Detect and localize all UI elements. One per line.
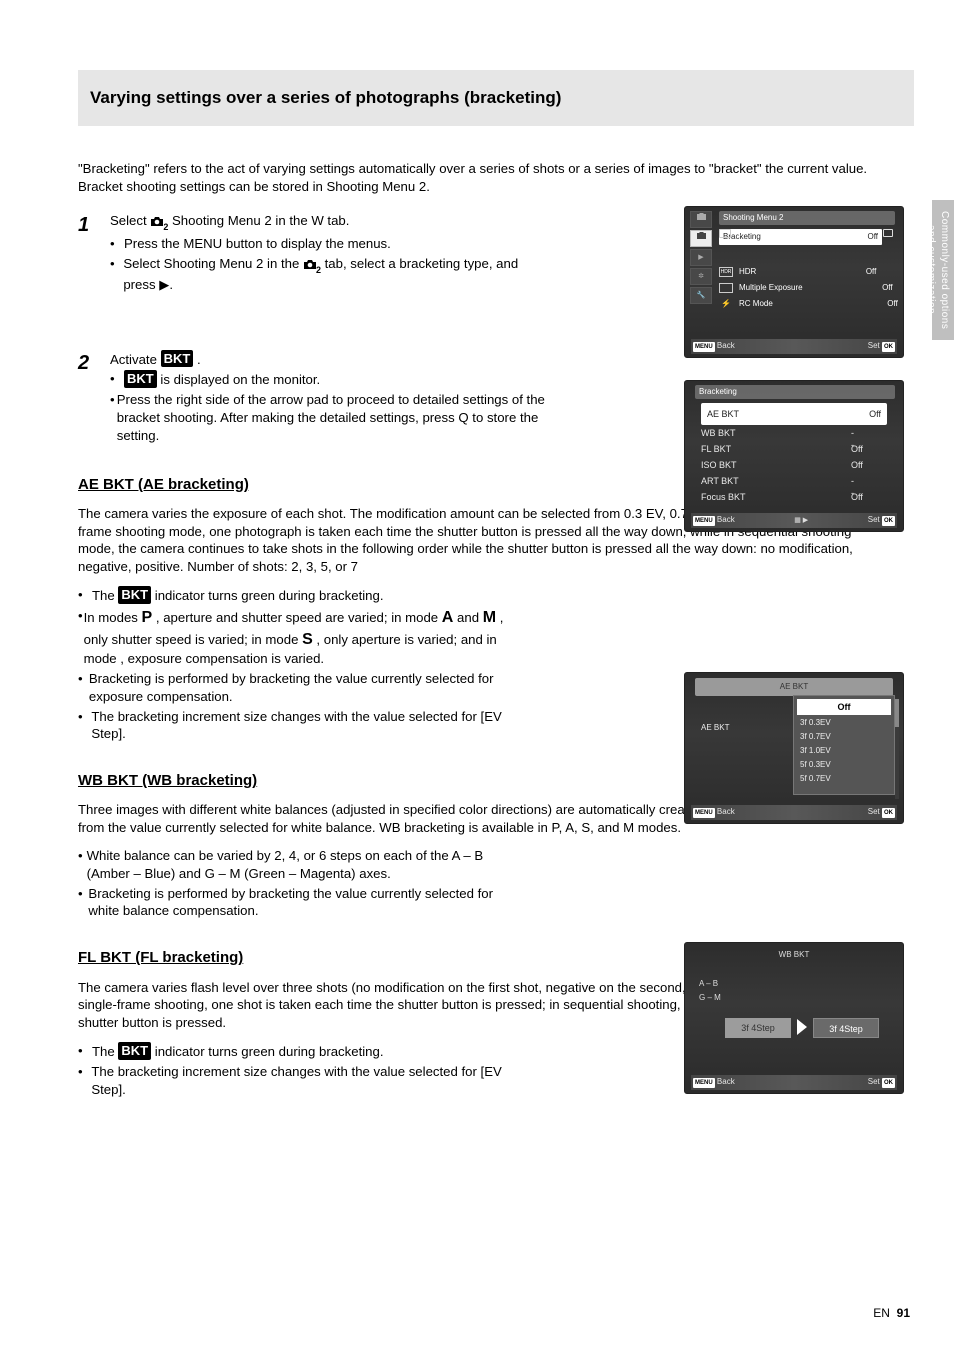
lcd4-axis-ab: A – B	[699, 979, 718, 990]
lcd3-opt-2[interactable]: 3f 0.7EV	[800, 732, 831, 743]
lcd1-row-hdr[interactable]: HDR HDR Off	[719, 265, 756, 279]
menu-button-label[interactable]: MENU	[693, 516, 715, 526]
step-2-bullet-1: BKT is displayed on the monitor.	[124, 370, 320, 389]
lcd1-row-rc-mode[interactable]: ⚡ RC Mode Off	[719, 297, 773, 311]
sequential-icon	[719, 229, 731, 238]
lcd3-scrollbar[interactable]	[895, 699, 899, 799]
ae-bkt-bullet-3: Bracketing is performed by bracketing th…	[89, 670, 518, 706]
menu-button-label[interactable]: MENU	[693, 1078, 715, 1088]
hdr-icon: HDR	[719, 267, 733, 277]
tab-camera-2[interactable]	[690, 230, 712, 247]
lcd4-value-box[interactable]: 3f 4Step	[725, 1018, 791, 1038]
step-number: 2	[78, 350, 96, 377]
ok-button-label[interactable]: OK	[882, 342, 895, 352]
wb-bkt-bullet-1: White balance can be varied by 2, 4, or …	[87, 847, 518, 883]
ae-bkt-bullet-2: In modes P , aperture and shutter speed …	[84, 607, 518, 668]
lcd-wb-bkt: WB BKT A – B G – M 3f 4Step 3f 4Step MEN…	[684, 942, 904, 1094]
lcd3-dropdown[interactable]: Off 3f 0.3EV 3f 0.7EV 3f 1.0EV 5f 0.3EV …	[793, 695, 895, 795]
lcd4-bottom-bar: MENU Back Set OK	[691, 1075, 897, 1090]
tab-playback[interactable]: ▶	[690, 249, 712, 266]
section-title: Varying settings over a series of photog…	[78, 70, 914, 126]
step-1-bullet-2: Select Shooting Menu 2 in the 2 tab, sel…	[123, 255, 550, 294]
step-2-bullet-2: Press the right side of the arrow pad to…	[117, 391, 550, 444]
lcd3-left-label: AE BKT	[701, 723, 729, 734]
ok-button-label[interactable]: OK	[882, 808, 895, 818]
ok-button-label[interactable]: OK	[882, 516, 895, 526]
lcd2-title: Bracketing	[695, 385, 895, 399]
lcd1-bottom-bar: MENU Back Set OK	[691, 339, 897, 354]
wb-bkt-bullet-2: Bracketing is performed by bracketing th…	[88, 885, 518, 921]
step-1-bullet-1: Press the MENU button to display the men…	[124, 235, 391, 253]
lcd3-opt-5[interactable]: 5f 0.7EV	[800, 774, 831, 785]
lcd-shooting-menu-2: Shooting Menu 2 ▶ ✲ 🔧 Bracketing Off ◔	[684, 206, 904, 358]
lcd2-bottom-bar: MENU Back ▦ ▶ Set OK	[691, 513, 897, 528]
bkt-icon: BKT	[124, 370, 157, 388]
step-1-heading: Select 2 Shooting Menu 2 in the W tab.	[110, 212, 550, 233]
ok-button-label[interactable]: OK	[882, 1078, 895, 1088]
flash-icon: ⚡	[719, 299, 733, 309]
lcd-ae-bkt: AE BKT AE BKT Off 3f 0.3EV 3f 0.7EV 3f 1…	[684, 672, 904, 824]
self-timer-icon: ◔	[736, 231, 741, 240]
side-tab: Commonly-used options and customization …	[932, 200, 954, 340]
lcd2-opt-fl[interactable]: FL BKTOff	[701, 443, 731, 455]
intro-paragraph: "Bracketing" refers to the act of varyin…	[78, 160, 868, 196]
camera-2-icon: 2	[303, 259, 321, 276]
lcd4-title: WB BKT	[695, 948, 893, 962]
menu-button-label[interactable]: MENU	[693, 342, 715, 352]
step-2-heading: Activate BKT .	[110, 350, 550, 369]
multi-exposure-icon	[719, 283, 733, 293]
fl-bkt-bullet-2: The bracketing increment size changes wi…	[91, 1063, 518, 1099]
fl-bkt-bullet-1: The BKT indicator turns green during bra…	[92, 1042, 384, 1061]
page-footer: EN 91	[873, 1305, 910, 1321]
lcd1-title: Shooting Menu 2	[719, 211, 895, 225]
lcd2-selected[interactable]: AE BKT Off	[701, 403, 887, 425]
card-icon	[883, 229, 893, 241]
lcd2-opt-iso[interactable]: ISO BKTOff	[701, 459, 737, 471]
lcd3-bottom-bar: MENU Back Set OK	[691, 805, 897, 820]
lcd2-opt-art[interactable]: ART BKT--	[701, 475, 739, 487]
lcd3-selected[interactable]: Off	[797, 699, 891, 715]
lcd4-set-box[interactable]: 3f 4Step	[813, 1018, 879, 1038]
bkt-icon: BKT	[118, 1042, 151, 1060]
lcd3-title: AE BKT	[695, 678, 893, 696]
tab-custom[interactable]: ✲	[690, 268, 712, 285]
tab-setup[interactable]: 🔧	[690, 287, 712, 304]
lcd3-opt-1[interactable]: 3f 0.3EV	[800, 718, 831, 729]
ok-icon: Q	[458, 410, 468, 425]
bkt-icon: BKT	[118, 586, 151, 604]
lcd4-axis-gm: G – M	[699, 993, 721, 1004]
tab-camera-1[interactable]	[690, 211, 712, 228]
menu-button-label[interactable]: MENU	[693, 808, 715, 818]
camera-2-icon: 2	[150, 216, 168, 233]
lcd2-opt-focus[interactable]: Focus BKTOff	[701, 491, 746, 503]
lcd1-row-bracketing[interactable]: Bracketing Off	[719, 229, 882, 245]
lcd3-opt-4[interactable]: 5f 0.3EV	[800, 760, 831, 771]
step-number: 1	[78, 212, 96, 239]
ae-bkt-bullet-1: The BKT indicator turns green during bra…	[92, 586, 384, 605]
right-arrow-icon: ▶	[159, 277, 169, 292]
lcd-bracketing-list: Bracketing AE BKT Off WB BKT-- FL BKTOff…	[684, 380, 904, 532]
right-arrow-icon	[797, 1019, 807, 1035]
lcd3-opt-3[interactable]: 3f 1.0EV	[800, 746, 831, 757]
lcd2-opt-wb[interactable]: WB BKT--	[701, 427, 736, 439]
ae-bkt-bullet-4: The bracketing increment size changes wi…	[91, 708, 518, 744]
lcd1-row-multiple-exposure[interactable]: Multiple Exposure Off	[719, 281, 803, 295]
bkt-icon: BKT	[161, 350, 194, 368]
